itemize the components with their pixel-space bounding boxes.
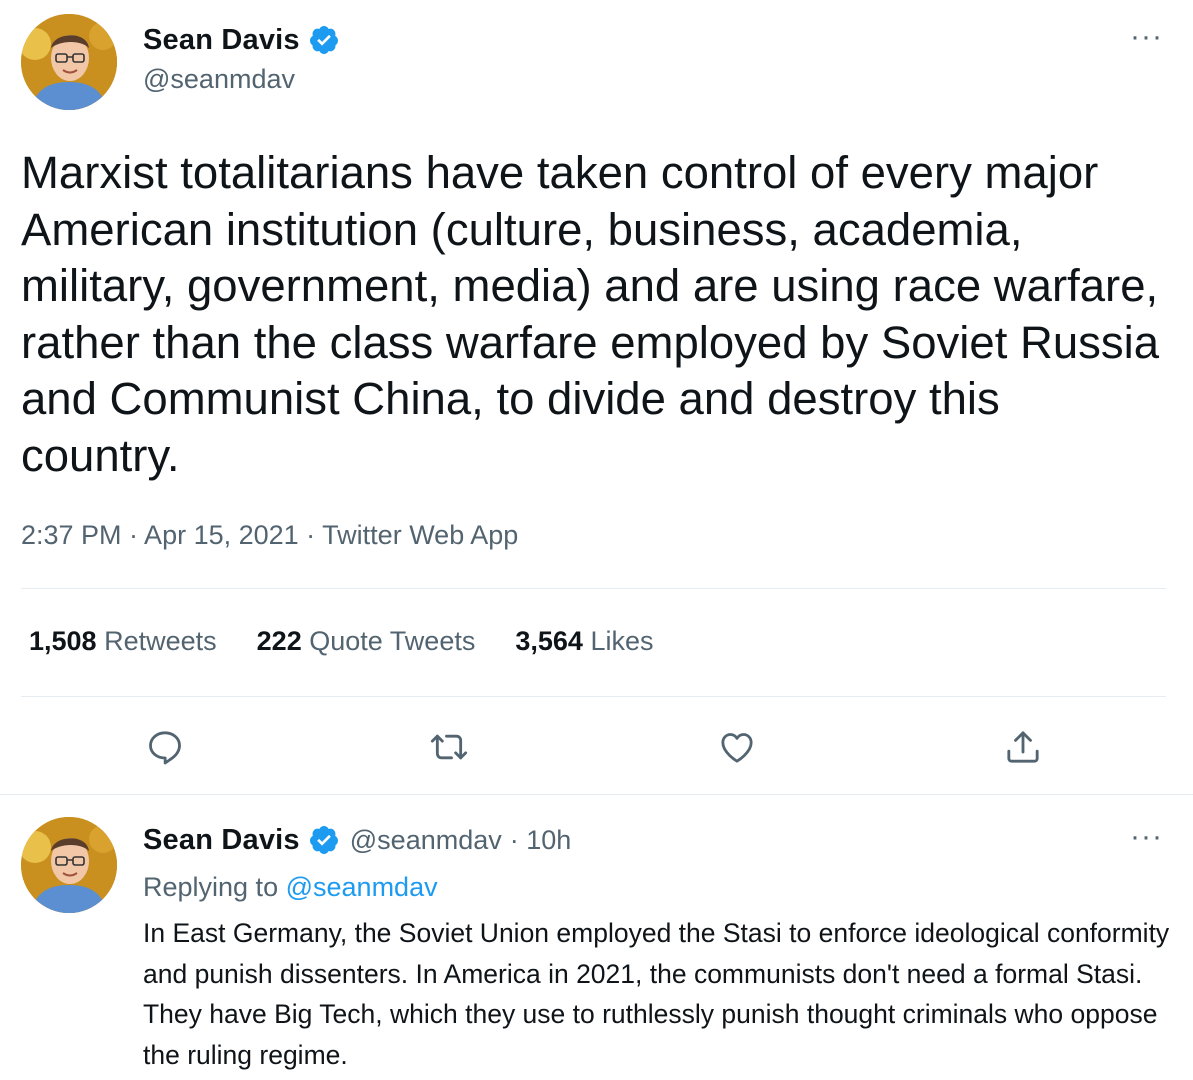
more-options-icon[interactable]: ··· — [1130, 22, 1163, 52]
quotes-count: 222 — [256, 626, 302, 656]
replying-to-handle[interactable]: @seanmdav — [286, 872, 438, 902]
divider — [21, 696, 1166, 697]
author-handle[interactable]: @seanmdav — [143, 64, 295, 95]
retweets-count: 1,508 — [29, 626, 97, 656]
like-icon[interactable] — [717, 727, 757, 767]
likes-label: Likes — [590, 626, 654, 656]
tweet-text: Marxist totalitarians have taken control… — [21, 147, 1160, 481]
replying-to: Replying to @seanmdav — [143, 872, 438, 903]
divider — [21, 588, 1166, 589]
reply-author-handle[interactable]: @seanmdav — [350, 825, 502, 856]
retweets-stat[interactable]: 1,508 Retweets — [29, 626, 217, 657]
likes-stat[interactable]: 3,564 Likes — [515, 626, 653, 657]
quotes-label: Quote Tweets — [309, 626, 476, 656]
reply-author-name[interactable]: Sean Davis — [143, 824, 300, 857]
share-icon[interactable] — [1003, 727, 1043, 767]
divider — [0, 794, 1193, 795]
verified-badge-icon — [308, 824, 340, 856]
reply-icon[interactable] — [145, 727, 185, 767]
more-options-icon[interactable]: ··· — [1130, 822, 1163, 852]
author-row: Sean Davis — [143, 20, 340, 60]
avatar[interactable] — [21, 14, 117, 110]
author-name[interactable]: Sean Davis — [143, 24, 300, 57]
verified-badge-icon — [308, 24, 340, 56]
reply-avatar[interactable] — [21, 817, 117, 913]
quotes-stat[interactable]: 222 Quote Tweets — [257, 626, 476, 657]
reply-timestamp[interactable]: · 10h — [510, 825, 572, 856]
retweet-icon[interactable] — [429, 727, 469, 767]
replying-to-label: Replying to — [143, 872, 279, 902]
reply-text: In East Germany, the Soviet Union employ… — [143, 918, 1170, 1070]
stats-row: 1,508 Retweets 222 Quote Tweets 3,564 Li… — [29, 626, 653, 657]
tweet-meta[interactable]: 2:37 PM · Apr 15, 2021 · Twitter Web App — [21, 520, 518, 551]
likes-count: 3,564 — [515, 626, 583, 656]
retweets-label: Retweets — [104, 626, 217, 656]
reply-author-row: Sean Davis @seanmdav · 10h — [143, 820, 571, 860]
